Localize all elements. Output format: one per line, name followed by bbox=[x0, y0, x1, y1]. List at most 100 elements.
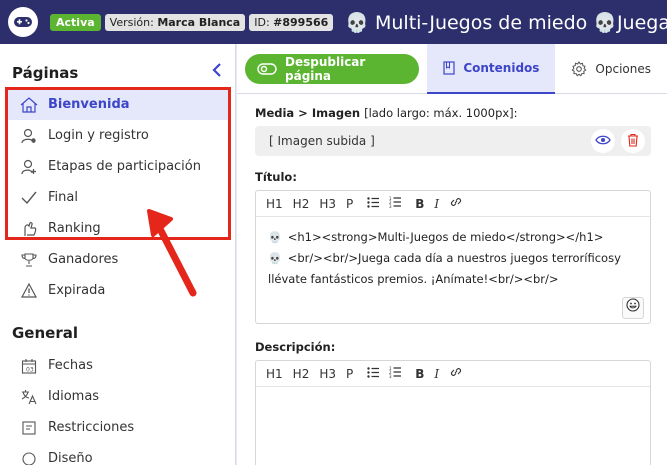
image-actions bbox=[591, 129, 645, 153]
bold-icon[interactable]: B bbox=[410, 197, 429, 211]
title-editor: H1 H2 H3 P 123 B I 💀 <h1><strong>Multi-Ju… bbox=[255, 190, 651, 324]
pages-list: Bienvenida Login y registro Etapas de pa… bbox=[0, 89, 235, 306]
main-tabs: Despublicar página Contenidos Opciones bbox=[237, 43, 667, 94]
delete-image-button[interactable] bbox=[621, 129, 645, 153]
h3-button[interactable]: H3 bbox=[314, 197, 341, 211]
preview-button[interactable] bbox=[591, 129, 615, 153]
h2-button[interactable]: H2 bbox=[288, 197, 315, 211]
top-bar: Activa Versión: Marca Blanca ID: #899566… bbox=[0, 0, 667, 44]
p-button[interactable]: P bbox=[341, 367, 358, 381]
sidebar-item-login[interactable]: Login y registro bbox=[0, 120, 235, 151]
description-field-label: Descripción: bbox=[255, 340, 336, 354]
sidebar-item-label: Expirada bbox=[48, 283, 106, 298]
numbered-list-icon[interactable]: 123 bbox=[384, 366, 406, 381]
title-editor-body[interactable]: 💀 <h1><strong>Multi-Juegos de miedo</stro… bbox=[256, 217, 650, 323]
trophy-icon bbox=[20, 251, 38, 269]
link-icon[interactable] bbox=[444, 365, 468, 382]
skull-icon: 💀 bbox=[268, 252, 282, 265]
sidebar-item-bienvenida[interactable]: Bienvenida bbox=[6, 89, 229, 120]
svg-text:03: 03 bbox=[26, 366, 34, 373]
gear-icon bbox=[571, 60, 587, 77]
sidebar-item-final[interactable]: Final bbox=[0, 182, 235, 213]
tab-opciones-label: Opciones bbox=[595, 61, 651, 76]
skull-icon: 💀 bbox=[268, 231, 282, 244]
general-section-title: General bbox=[12, 324, 78, 342]
collapse-sidebar-icon[interactable] bbox=[211, 62, 223, 83]
calendar-icon: 03 bbox=[20, 357, 38, 375]
italic-icon[interactable]: I bbox=[429, 197, 444, 211]
pages-section-title: Páginas bbox=[12, 63, 79, 82]
sidebar-item-label: Restricciones bbox=[48, 420, 135, 435]
h2-button[interactable]: H2 bbox=[288, 367, 315, 381]
title-line-1: <h1><strong>Multi-Juegos de miedo</stron… bbox=[287, 230, 604, 244]
link-icon[interactable] bbox=[444, 195, 468, 212]
page-title: 💀 Multi-Juegos de miedo 💀Juega bbox=[345, 11, 667, 34]
id-value: #899566 bbox=[273, 15, 329, 29]
gamepad-logo-icon[interactable] bbox=[8, 7, 38, 37]
p-button[interactable]: P bbox=[341, 197, 358, 211]
h1-button[interactable]: H1 bbox=[261, 197, 288, 211]
hand-icon bbox=[20, 220, 38, 238]
sidebar-item-ganadores[interactable]: Ganadores bbox=[0, 244, 235, 275]
home-icon bbox=[20, 96, 38, 114]
sidebar-item-fechas[interactable]: 03 Fechas bbox=[0, 350, 235, 381]
title-editor-toolbar: H1 H2 H3 P 123 B I bbox=[256, 191, 650, 217]
sidebar-item-label: Idiomas bbox=[48, 389, 100, 404]
user-icon bbox=[20, 127, 38, 145]
sidebar-item-ranking[interactable]: Ranking bbox=[0, 213, 235, 244]
sidebar-item-idiomas[interactable]: Idiomas bbox=[0, 381, 235, 412]
description-editor-toolbar: H1 H2 H3 P 123 B I bbox=[256, 361, 650, 387]
translate-icon bbox=[20, 388, 38, 406]
italic-icon[interactable]: I bbox=[429, 367, 444, 381]
toggle-icon bbox=[257, 62, 277, 75]
sidebar-item-label: Ranking bbox=[48, 221, 101, 236]
id-badge: ID: #899566 bbox=[249, 13, 334, 31]
tab-contenidos[interactable]: Contenidos bbox=[427, 43, 556, 94]
description-editor-body[interactable] bbox=[256, 387, 650, 465]
status-badge: Activa bbox=[50, 13, 101, 31]
sidebar-item-label: Login y registro bbox=[48, 128, 149, 143]
media-label: Media > Imagen [lado largo: máx. 1000px]… bbox=[255, 106, 651, 120]
unpublish-button[interactable]: Despublicar página bbox=[245, 53, 420, 84]
tab-opciones[interactable]: Opciones bbox=[555, 44, 667, 94]
unpublish-label: Despublicar página bbox=[285, 54, 366, 83]
sidebar-item-etapas[interactable]: Etapas de participación bbox=[0, 151, 235, 182]
main-panel: Despublicar página Contenidos Opciones M… bbox=[237, 43, 667, 465]
sidebar-item-label: Diseño bbox=[48, 451, 93, 465]
version-badge: Versión: Marca Blanca bbox=[104, 13, 246, 31]
eye-icon bbox=[595, 134, 611, 148]
emoji-button[interactable] bbox=[622, 297, 644, 319]
bullet-list-icon[interactable] bbox=[362, 196, 384, 211]
version-label: Versión: bbox=[109, 15, 154, 29]
tab-contenidos-label: Contenidos bbox=[463, 60, 540, 75]
sidebar-item-expirada[interactable]: Expirada bbox=[0, 275, 235, 306]
sidebar-item-label: Ganadores bbox=[48, 252, 119, 267]
content-area: Media > Imagen [lado largo: máx. 1000px]… bbox=[237, 94, 667, 465]
sidebar-item-restricciones[interactable]: Restricciones bbox=[0, 412, 235, 443]
bold-icon[interactable]: B bbox=[410, 367, 429, 381]
title-line-2: <br/><br/>Juega cada día a nuestros jueg… bbox=[268, 251, 621, 286]
description-editor: H1 H2 H3 P 123 B I bbox=[255, 360, 651, 465]
user-add-icon bbox=[20, 158, 38, 176]
trash-icon bbox=[627, 133, 639, 150]
sidebar: Páginas Bienvenida Login y registro Etap… bbox=[0, 44, 236, 465]
svg-text:3: 3 bbox=[389, 204, 392, 208]
h3-button[interactable]: H3 bbox=[314, 367, 341, 381]
sidebar-item-diseno[interactable]: Diseño bbox=[0, 443, 235, 465]
document-icon bbox=[443, 60, 455, 75]
sidebar-item-label: Bienvenida bbox=[48, 97, 130, 112]
check-icon bbox=[20, 189, 38, 207]
h1-button[interactable]: H1 bbox=[261, 367, 288, 381]
bullet-list-icon[interactable] bbox=[362, 366, 384, 381]
title-field-label: Título: bbox=[255, 170, 297, 184]
numbered-list-icon[interactable]: 123 bbox=[384, 196, 406, 211]
warning-icon bbox=[20, 282, 38, 300]
general-list: 03 Fechas Idiomas Restricciones Diseño bbox=[0, 350, 235, 465]
smiley-icon bbox=[626, 298, 640, 318]
sidebar-item-label: Final bbox=[48, 190, 78, 205]
media-label-text: Media > Imagen bbox=[255, 106, 361, 120]
image-field[interactable]: [ Imagen subida ] bbox=[255, 126, 651, 156]
sidebar-item-label: Etapas de participación bbox=[48, 159, 201, 174]
design-icon bbox=[20, 450, 38, 465]
restrictions-icon bbox=[20, 419, 38, 437]
